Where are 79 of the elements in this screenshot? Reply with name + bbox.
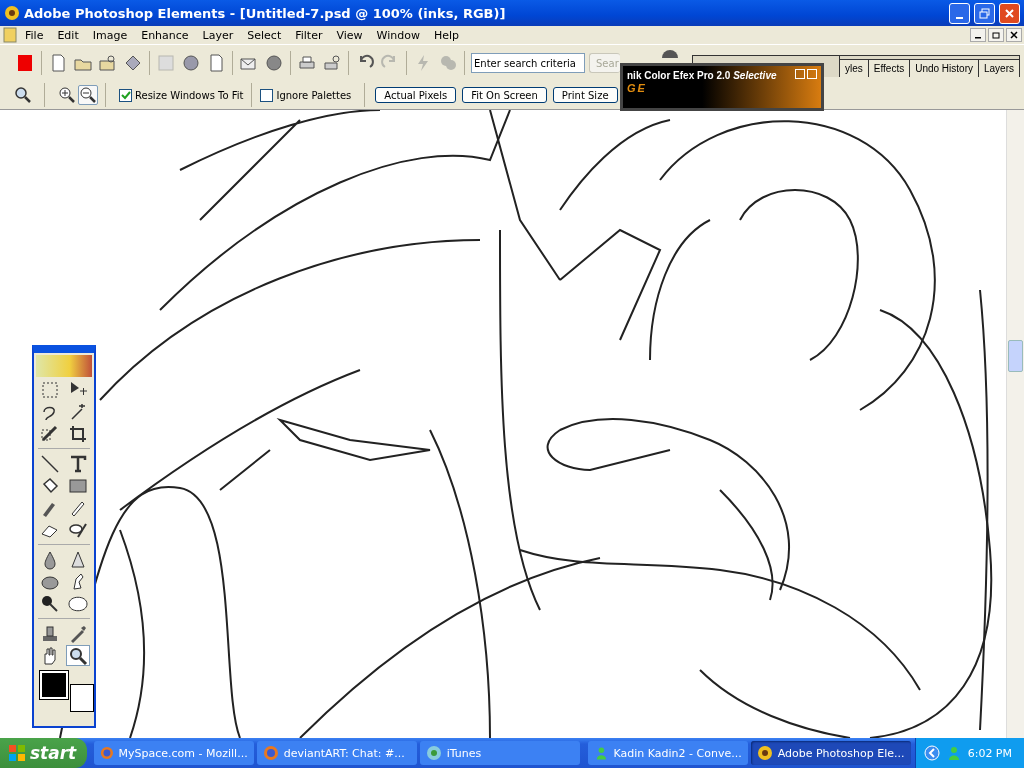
background-color-swatch[interactable] — [70, 684, 94, 712]
plugin-close-button[interactable] — [807, 69, 817, 79]
music-player-icon — [425, 745, 442, 761]
menu-item[interactable]: Window — [369, 28, 427, 42]
selection-brush-icon — [40, 423, 60, 444]
save-icon — [156, 53, 176, 73]
window-title: Adobe Photoshop Elements - [Untitled-7.psd @ 100% (inks, RGB)] — [24, 5, 507, 21]
windows-flag-icon — [8, 744, 26, 762]
foreground-color-swatch[interactable] — [40, 671, 68, 699]
menu-item[interactable]: Layer — [195, 28, 241, 42]
doc-minimize-button[interactable] — [970, 28, 986, 42]
document-icon — [2, 27, 18, 43]
plugin-subtitle: GE — [627, 82, 647, 95]
doc-restore-button[interactable] — [988, 28, 1004, 42]
restore-button[interactable] — [974, 2, 995, 24]
menu-item[interactable]: Edit — [50, 28, 86, 42]
view-size-button[interactable]: Actual Pixels — [375, 87, 457, 103]
close-button[interactable] — [999, 2, 1020, 24]
plugin-title: nik Color Efex Pro 2.0 Selective — [627, 69, 777, 82]
checkbox[interactable]: Ignore Palettes — [260, 83, 352, 107]
online-services-icon — [264, 53, 284, 73]
zoom-in-button[interactable] — [57, 85, 77, 105]
doc-close-button[interactable] — [1006, 28, 1022, 42]
vertical-scrollbar[interactable] — [1006, 110, 1024, 738]
menu-item[interactable]: Image — [85, 28, 135, 42]
color-circles-icon — [438, 53, 458, 73]
app-sunflower-icon — [4, 5, 20, 21]
palette-tab[interactable]: Effects — [867, 59, 910, 77]
zoom-tool-button[interactable] — [66, 645, 90, 666]
app-sunflower-icon — [756, 745, 773, 761]
start-label: start — [30, 743, 77, 763]
sunflower-banner — [36, 355, 92, 377]
zoom-out-icon — [79, 86, 97, 104]
zoom-tool-icon — [68, 645, 88, 666]
save-web-icon — [181, 53, 201, 73]
restore-icon — [979, 7, 990, 19]
zoom-out-button[interactable] — [78, 85, 98, 105]
zoom-in-icon — [58, 86, 76, 104]
taskbar-button[interactable]: deviantART: Chat: #... — [256, 741, 417, 765]
search-field[interactable]: Enter search criteria — [471, 53, 585, 73]
browse-folder-icon — [98, 53, 118, 73]
stamp-tool-icon — [40, 623, 60, 644]
menu-item[interactable]: Enhance — [134, 28, 196, 42]
taskbar-button[interactable]: MySpace.com - Mozill... — [93, 741, 254, 765]
view-size-button[interactable]: Fit On Screen — [462, 87, 547, 103]
taskbar-button[interactable]: iTunes — [419, 741, 580, 765]
taskbar-button[interactable]: Kadin Kadin2 - Conve... — [587, 741, 748, 765]
marquee-tool-icon — [40, 379, 60, 400]
palette-tab[interactable]: Undo History — [909, 59, 978, 77]
dodge-tool-icon — [40, 593, 60, 614]
adobe-logo-icon — [15, 53, 35, 73]
crop-tool-icon — [68, 423, 88, 444]
restore-icon — [992, 31, 1000, 39]
minimize-button[interactable] — [949, 2, 970, 24]
menu-item[interactable]: Select — [240, 28, 289, 42]
view-size-button[interactable]: Print Size — [552, 87, 618, 103]
palette-tab[interactable]: yles — [840, 59, 868, 77]
menu-item[interactable]: File — [18, 28, 51, 42]
palette-tab[interactable]: Layers — [978, 59, 1019, 77]
clock: 6:02 PM — [967, 746, 1012, 760]
import-icon — [123, 53, 143, 73]
checkbox[interactable]: Resize Windows To Fit — [119, 83, 244, 107]
line-tool-icon — [40, 453, 60, 474]
plugin-minimize-button[interactable] — [795, 69, 805, 79]
sharpen-cone-icon — [68, 549, 88, 570]
zoom-tool-icon — [14, 86, 32, 104]
close-icon — [1010, 31, 1018, 39]
browser-icon — [99, 745, 114, 761]
print-preview-icon — [322, 53, 342, 73]
checkmark-icon — [120, 90, 131, 100]
menu-item[interactable]: Help — [426, 28, 467, 42]
type-tool-icon — [68, 453, 88, 474]
taskbar-button[interactable]: Adobe Photoshop Ele... — [750, 741, 911, 765]
close-icon — [1004, 7, 1015, 19]
start-button[interactable]: start — [0, 738, 87, 768]
minimize-icon — [956, 16, 963, 19]
menu-item[interactable]: View — [329, 28, 370, 42]
menu-item[interactable]: Filter — [288, 28, 330, 42]
browser-icon — [262, 745, 279, 761]
